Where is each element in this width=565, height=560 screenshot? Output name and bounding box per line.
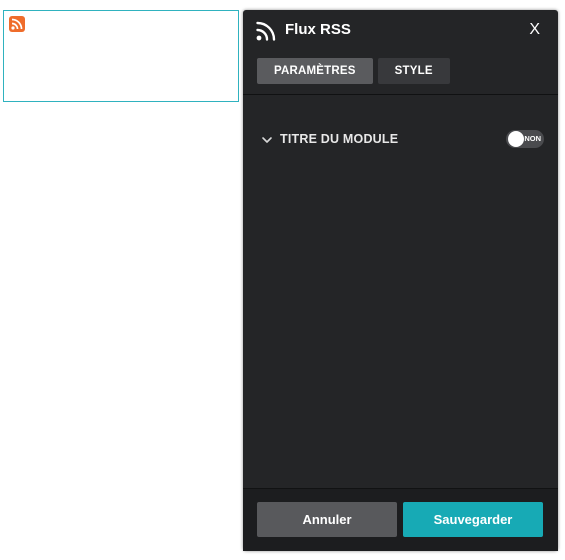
- rss-icon: [255, 20, 277, 42]
- settings-panel: Flux RSS X PARAMÈTRES STYLE TITRE DU MOD…: [243, 10, 558, 551]
- toggle-state-label: NON: [524, 134, 541, 143]
- divider: [243, 94, 558, 95]
- tab-parametres[interactable]: PARAMÈTRES: [257, 58, 373, 84]
- section-label: TITRE DU MODULE: [280, 132, 399, 146]
- tab-style[interactable]: STYLE: [377, 58, 450, 84]
- module-title-section[interactable]: TITRE DU MODULE NON: [261, 130, 544, 150]
- module-title-toggle[interactable]: NON: [506, 130, 544, 148]
- toggle-knob: [508, 131, 524, 147]
- panel-header: Flux RSS X: [243, 10, 558, 50]
- tab-bar: PARAMÈTRES STYLE: [257, 58, 450, 84]
- cancel-button[interactable]: Annuler: [257, 502, 397, 537]
- chevron-down-icon[interactable]: [261, 133, 273, 145]
- module-preview[interactable]: [3, 10, 239, 102]
- save-button[interactable]: Sauvegarder: [403, 502, 543, 537]
- rss-feed-icon: [9, 16, 25, 32]
- panel-footer: Annuler Sauvegarder: [243, 488, 558, 551]
- close-button[interactable]: X: [529, 20, 540, 40]
- panel-title: Flux RSS: [285, 21, 351, 38]
